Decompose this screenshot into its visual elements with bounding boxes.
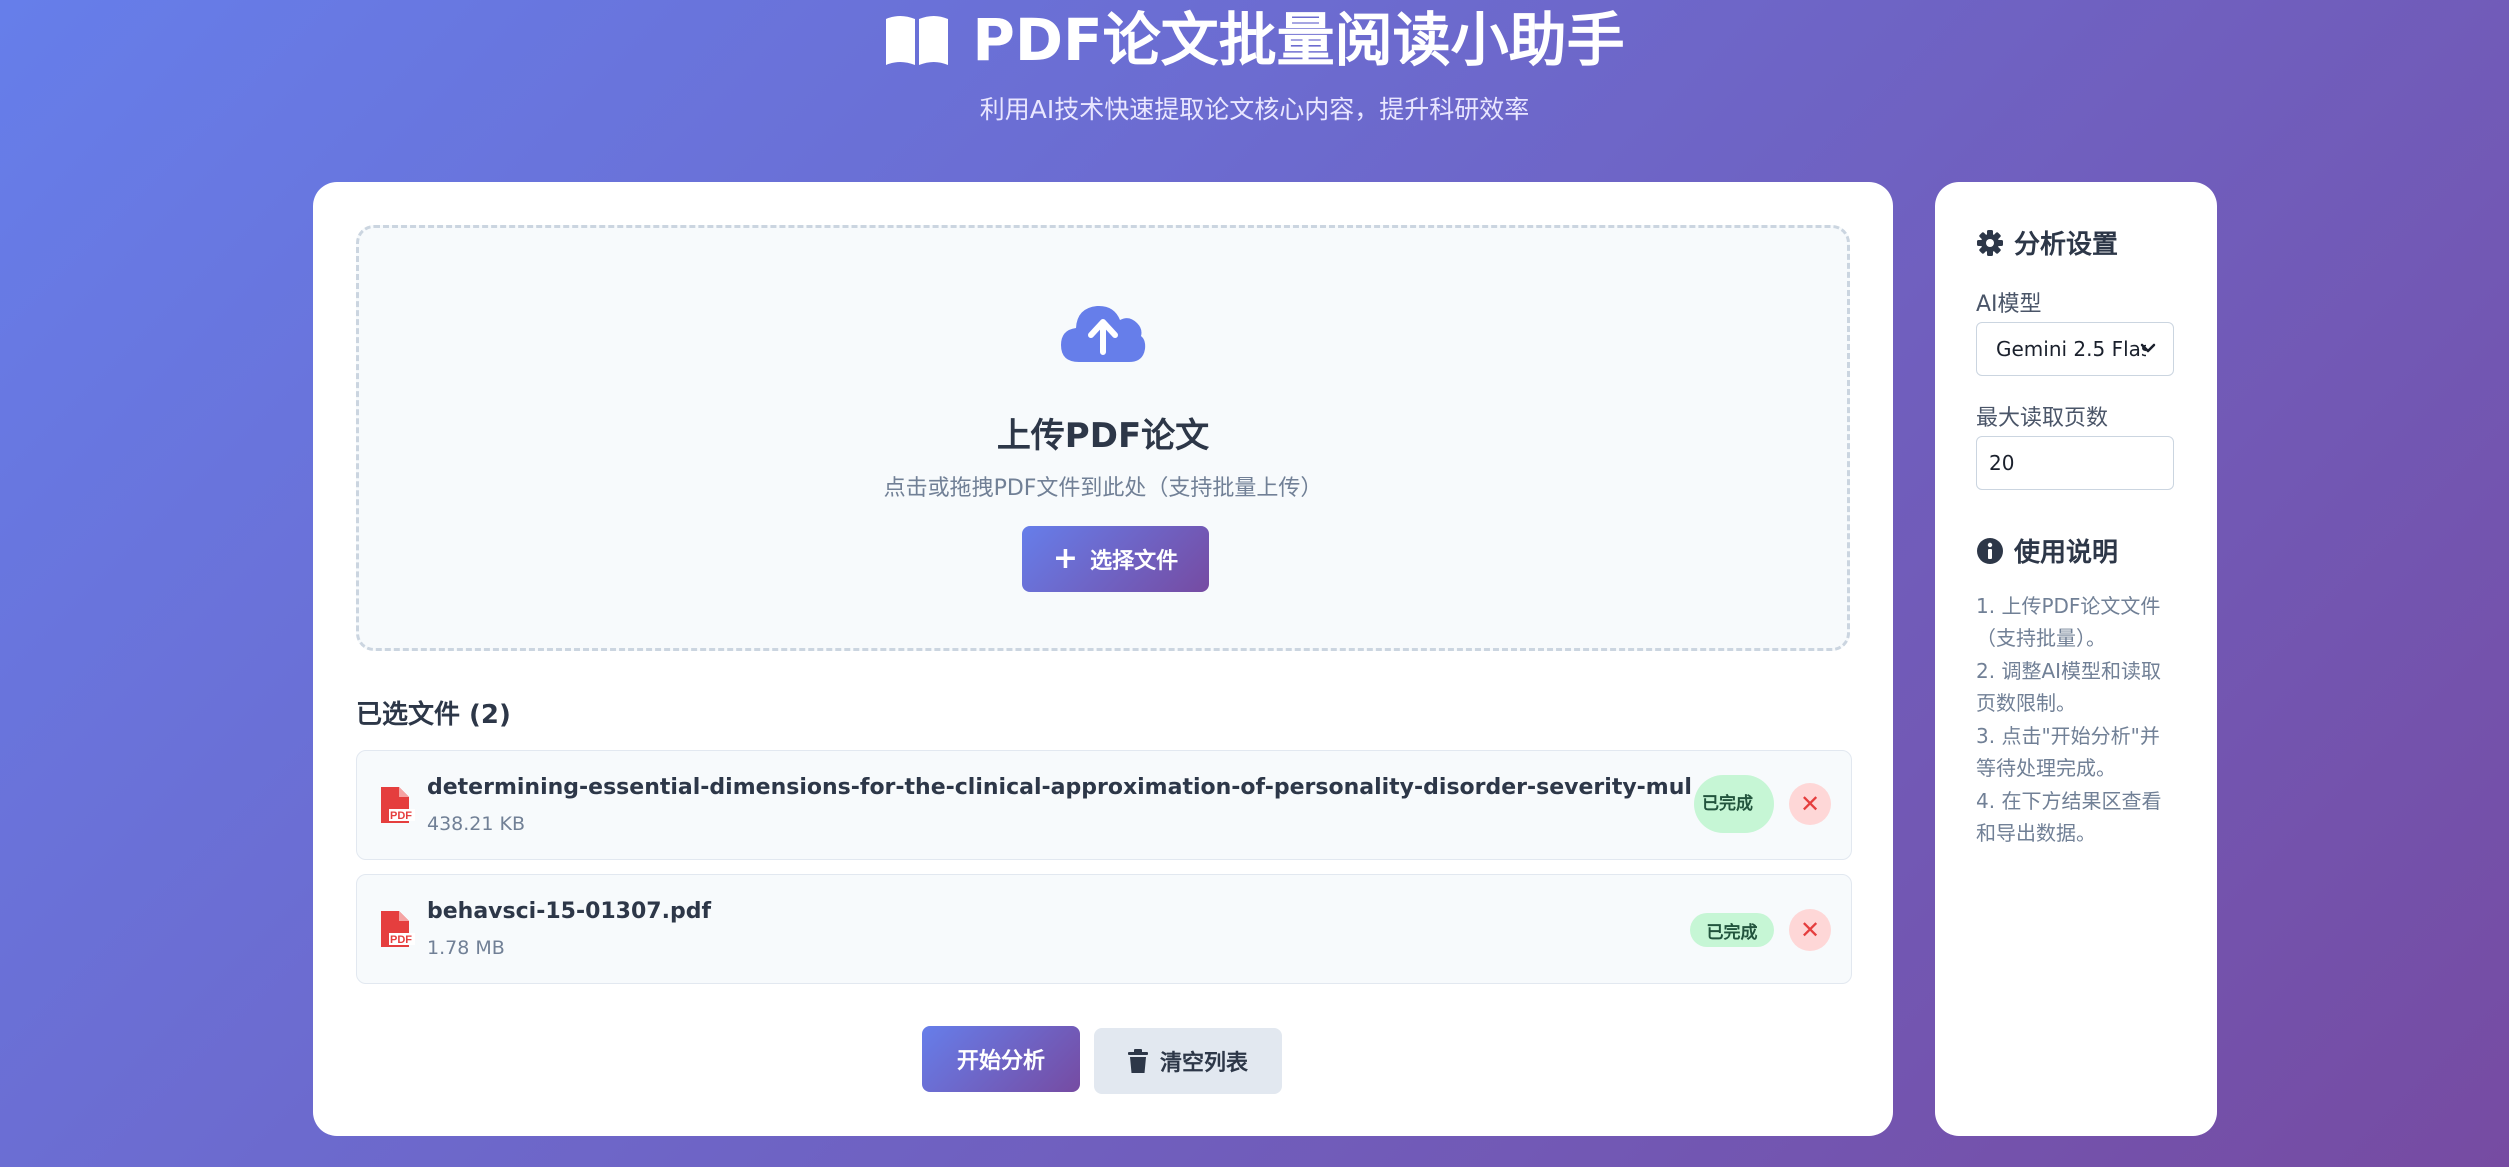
page-title: PDF论文批量阅读小助手 xyxy=(0,2,2509,78)
close-icon: ✕ xyxy=(1799,790,1821,818)
pdf-file-icon: PDF xyxy=(381,911,415,947)
start-analysis-button[interactable]: 开始分析 xyxy=(922,1026,1080,1092)
file-name: determining-essential-dimensions-for-the… xyxy=(427,775,1692,800)
guide-list: 1. 上传PDF论文文件（支持批量）。 2. 调整AI模型和读取页数限制。 3.… xyxy=(1976,590,2176,850)
info-icon xyxy=(1977,537,2003,564)
main-panel: 上传PDF论文 点击或拖拽PDF文件到此处（支持批量上传） + 选择文件 已选文… xyxy=(313,182,1893,1136)
upload-title: 上传PDF论文 xyxy=(996,416,1210,456)
file-size: 1.78 MB xyxy=(427,937,505,959)
max-pages-label: 最大读取页数 xyxy=(1976,406,2109,431)
remove-file-button[interactable]: ✕ xyxy=(1789,909,1831,951)
upload-hint: 点击或拖拽PDF文件到此处（支持批量上传） xyxy=(883,476,1323,501)
files-heading: 已选文件 (2) xyxy=(356,700,511,730)
cloud-upload-icon xyxy=(1061,305,1146,362)
settings-heading-text: 分析设置 xyxy=(2014,230,2119,260)
svg-text:PDF: PDF xyxy=(390,934,412,946)
file-item: PDF behavsci-15-01307.pdf 1.78 MB 已完成 ✕ xyxy=(356,874,1852,984)
max-pages-input[interactable]: 20 xyxy=(1976,436,2174,490)
guide-heading-text: 使用说明 xyxy=(2014,538,2119,568)
upload-dropzone[interactable]: 上传PDF论文 点击或拖拽PDF文件到此处（支持批量上传） + 选择文件 xyxy=(356,225,1850,651)
status-badge: 已完成 xyxy=(1690,913,1774,947)
plus-icon: + xyxy=(1052,541,1079,576)
settings-panel: 分析设置 AI模型 Gemini 2.5 Flash 最大读取页数 20 使用说… xyxy=(1935,182,2217,1136)
model-label: AI模型 xyxy=(1976,292,2042,317)
file-size: 438.21 KB xyxy=(427,813,526,835)
guide-heading: 使用说明 xyxy=(1976,532,2118,569)
settings-heading: 分析设置 xyxy=(1976,224,2118,261)
choose-file-button[interactable]: + 选择文件 xyxy=(1022,526,1209,592)
gear-icon xyxy=(1977,229,2003,256)
chevron-down-icon xyxy=(2140,343,2156,353)
close-icon: ✕ xyxy=(1799,916,1821,944)
clear-list-button[interactable]: 清空列表 xyxy=(1094,1028,1282,1094)
remove-file-button[interactable]: ✕ xyxy=(1789,783,1831,825)
page-header: PDF论文批量阅读小助手 利用AI技术快速提取论文核心内容，提升科研效率 xyxy=(0,0,2509,126)
model-select[interactable]: Gemini 2.5 Flash xyxy=(1976,322,2174,376)
guide-step: 4. 在下方结果区查看和导出数据。 xyxy=(1976,789,2162,845)
clear-list-label: 清空列表 xyxy=(1159,1051,1248,1076)
choose-file-label: 选择文件 xyxy=(1090,549,1179,574)
svg-text:PDF: PDF xyxy=(390,810,412,822)
guide-step: 3. 点击"开始分析"并等待处理完成。 xyxy=(1976,724,2160,780)
status-badge: 已完成 xyxy=(1694,775,1774,833)
page-subtitle: 利用AI技术快速提取论文核心内容，提升科研效率 xyxy=(979,95,1530,124)
pdf-file-icon: PDF xyxy=(381,787,415,823)
file-name: behavsci-15-01307.pdf xyxy=(427,899,712,924)
book-open-icon xyxy=(886,16,949,65)
trash-icon xyxy=(1127,1049,1148,1073)
guide-step: 1. 上传PDF论文文件（支持批量）。 xyxy=(1976,594,2161,650)
model-select-value: Gemini 2.5 Flash xyxy=(1996,337,2146,361)
page-title-text: PDF论文批量阅读小助手 xyxy=(972,6,1625,74)
guide-step: 2. 调整AI模型和读取页数限制。 xyxy=(1976,659,2162,715)
file-item: PDF determining-essential-dimensions-for… xyxy=(356,750,1852,860)
